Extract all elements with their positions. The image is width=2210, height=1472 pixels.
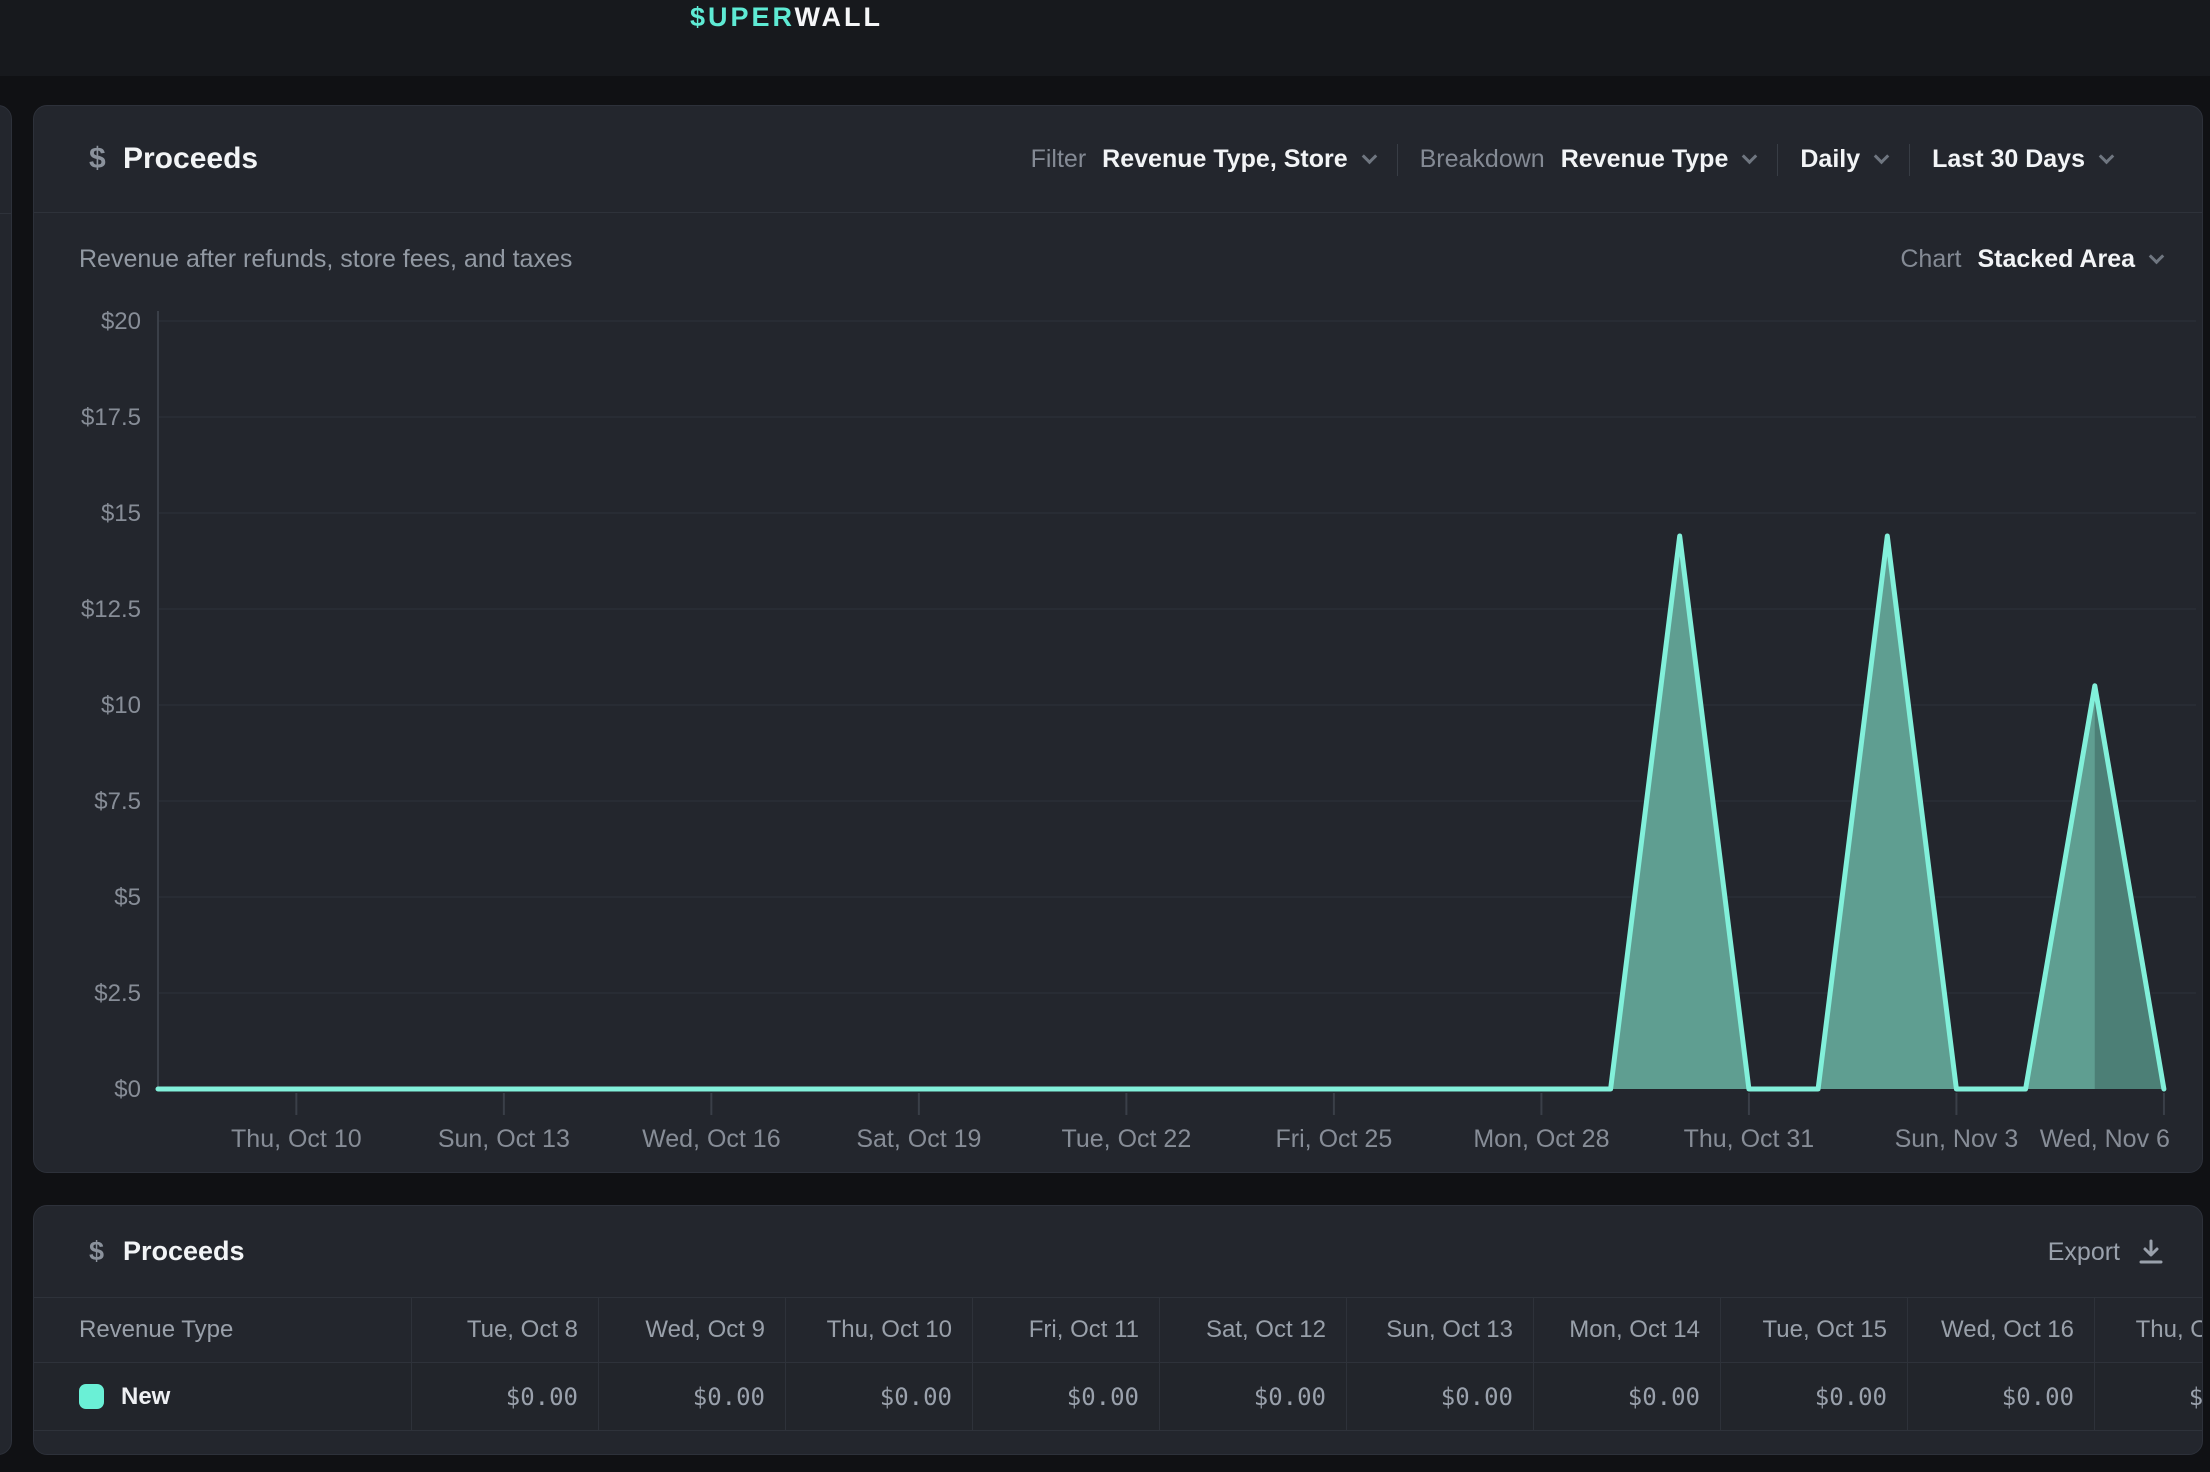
value-cell: $0.00 [1720,1363,1907,1430]
value-cell: $0.00 [1907,1363,2094,1430]
filter-label: Filter [1031,145,1087,174]
date-column-header[interactable]: Fri, Oct 11 [972,1298,1159,1362]
proceeds-table-card: $ Proceeds Export Revenue Type Tue, Oct … [33,1205,2203,1455]
date-column-header[interactable]: Wed, Oct 16 [1907,1298,2094,1362]
x-axis-tick-label: Thu, Oct 31 [1684,1125,1815,1153]
x-axis-tick-label: Sun, Nov 3 [1895,1125,2019,1153]
granularity-value: Daily [1800,145,1860,174]
superwall-logo[interactable]: $UPERWALL [690,2,883,33]
dollar-icon: $ [89,142,123,176]
offscreen-card-edge [0,105,12,1455]
logo-rest-part: WALL [795,2,883,32]
chart-filter-bar: Filter Revenue Type, Store Breakdown Rev… [1031,106,2112,213]
row-label-cell: New [34,1363,411,1430]
filter-value: Revenue Type, Store [1102,145,1347,174]
chart-type-value: Stacked Area [1978,245,2136,274]
proceeds-stacked-area-chart[interactable]: $20 $17.5 $15 $12.5 $10 $7.5 $5 $2.5 $0 Thu, Oct … [46,301,2203,1161]
y-axis-tick-label: $7.5 [94,788,141,815]
export-label: Export [2048,1238,2120,1267]
x-axis-tick-label: Mon, Oct 28 [1473,1125,1609,1153]
value-cell: $0.00 [1533,1363,1720,1430]
chart-subtitle-row: Revenue after refunds, store fees, and t… [34,213,2202,299]
filter-dropdown[interactable]: Filter Revenue Type, Store [1031,145,1375,174]
date-column-header[interactable]: Sat, Oct 12 [1159,1298,1346,1362]
x-axis-tick-label: Tue, Oct 22 [1062,1125,1192,1153]
chart-type-label: Chart [1900,245,1961,274]
breakdown-label: Breakdown [1420,145,1545,174]
series-color-swatch [79,1384,104,1409]
revenue-type-column-header[interactable]: Revenue Type [34,1298,411,1362]
x-axis-tick-label: Thu, Oct 10 [231,1125,362,1153]
date-column-header[interactable]: Mon, Oct 14 [1533,1298,1720,1362]
x-axis-tick-label: Wed, Oct 16 [642,1125,781,1153]
chevron-down-icon [1742,149,1758,165]
y-axis-tick-label: $5 [114,884,141,911]
x-axis-tick-label: Sun, Oct 13 [438,1125,570,1153]
value-cell: $0.00 [785,1363,972,1430]
date-column-header[interactable]: Thu, Oct 17 [2094,1298,2203,1362]
date-column-header[interactable]: Tue, Oct 15 [1720,1298,1907,1362]
x-axis-tick-label: Sat, Oct 19 [856,1125,981,1153]
x-axis-tick-label: Wed, Nov 6 [2040,1125,2170,1153]
date-column-header[interactable]: Sun, Oct 13 [1346,1298,1533,1362]
chevron-down-icon [2099,149,2115,165]
date-column-header[interactable]: Wed, Oct 9 [598,1298,785,1362]
granularity-dropdown[interactable]: Daily [1800,145,1887,174]
y-axis-tick-label: $20 [101,308,141,335]
date-range-value: Last 30 Days [1932,145,2085,174]
logo-accent-part: $UPER [690,2,795,32]
table-card-title: Proceeds [123,1236,245,1267]
date-range-dropdown[interactable]: Last 30 Days [1932,145,2112,174]
y-axis-tick-label: $12.5 [81,596,141,623]
dollar-icon: $ [89,1236,123,1267]
table-header-row: Revenue Type Tue, Oct 8Wed, Oct 9Thu, Oc… [34,1298,2203,1363]
download-icon [2138,1238,2164,1266]
chevron-down-icon [1361,149,1377,165]
y-axis-tick-label: $2.5 [94,980,141,1007]
value-cell: $0.00 [411,1363,598,1430]
date-column-header[interactable]: Tue, Oct 8 [411,1298,598,1362]
proceeds-table: Revenue Type Tue, Oct 8Wed, Oct 9Thu, Oc… [34,1298,2203,1431]
date-column-header[interactable]: Thu, Oct 10 [785,1298,972,1362]
x-axis-tick-label: Fri, Oct 25 [1276,1125,1393,1153]
chart-subtitle: Revenue after refunds, store fees, and t… [79,245,572,274]
offscreen-card-divider [0,213,11,214]
table-card-header: $ Proceeds Export [34,1206,2202,1298]
value-cell: $0.00 [972,1363,1159,1430]
chevron-down-icon [2149,249,2165,265]
breakdown-dropdown[interactable]: Breakdown Revenue Type [1420,145,1756,174]
divider [1397,144,1398,176]
y-axis-tick-label: $15 [101,500,141,527]
proceeds-chart-card: $ Proceeds Filter Revenue Type, Store Br… [33,105,2203,1173]
value-cell: $0.00 [1159,1363,1346,1430]
chevron-down-icon [1874,149,1890,165]
value-cell: $0.00 [598,1363,785,1430]
breakdown-value: Revenue Type [1561,145,1729,174]
table-row[interactable]: New $0.00$0.00$0.00$0.00$0.00$0.00$0.00$… [34,1363,2203,1431]
chart-type-dropdown[interactable]: Chart Stacked Area [1900,245,2162,274]
chart-card-title: Proceeds [123,142,258,176]
value-cell: $0.00 [2094,1363,2203,1430]
row-label: New [121,1383,170,1411]
value-cell: $0.00 [1346,1363,1533,1430]
top-header-bar: $UPERWALL [0,0,2210,76]
divider [1777,144,1778,176]
y-axis-tick-label: $10 [101,692,141,719]
y-axis-tick-label: $0 [114,1076,141,1103]
export-button[interactable]: Export [2048,1206,2164,1298]
area-fill [158,536,2164,1089]
chart-card-header: $ Proceeds Filter Revenue Type, Store Br… [34,106,2202,213]
y-axis-tick-label: $17.5 [81,404,141,431]
divider [1909,144,1910,176]
